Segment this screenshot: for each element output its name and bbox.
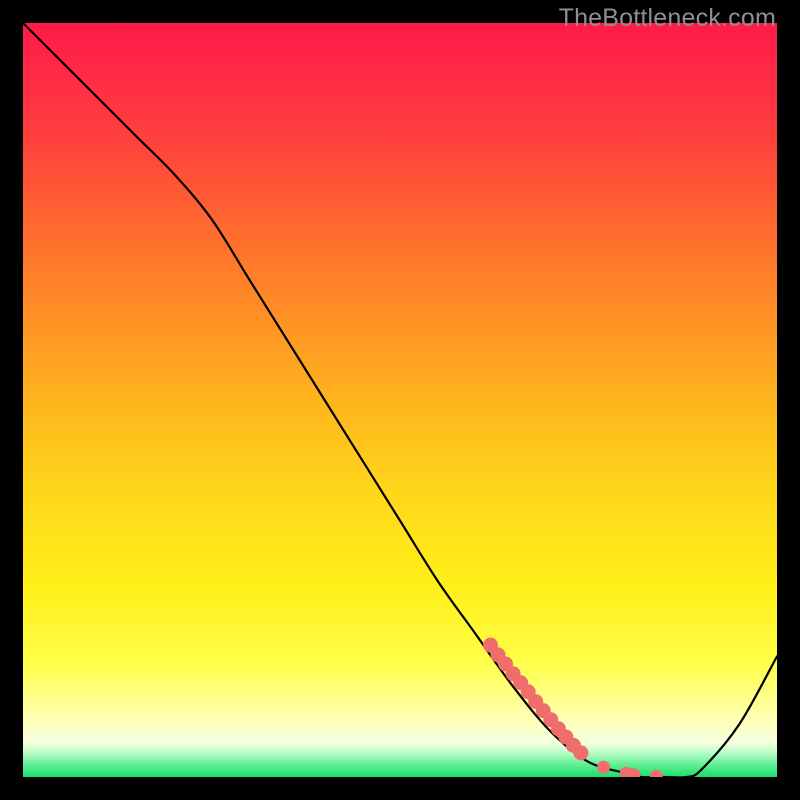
bottleneck-chart	[23, 23, 777, 777]
highlight-marker	[573, 745, 588, 760]
watermark-text: TheBottleneck.com	[559, 4, 776, 33]
highlight-marker	[597, 761, 610, 774]
chart-frame	[23, 23, 777, 777]
